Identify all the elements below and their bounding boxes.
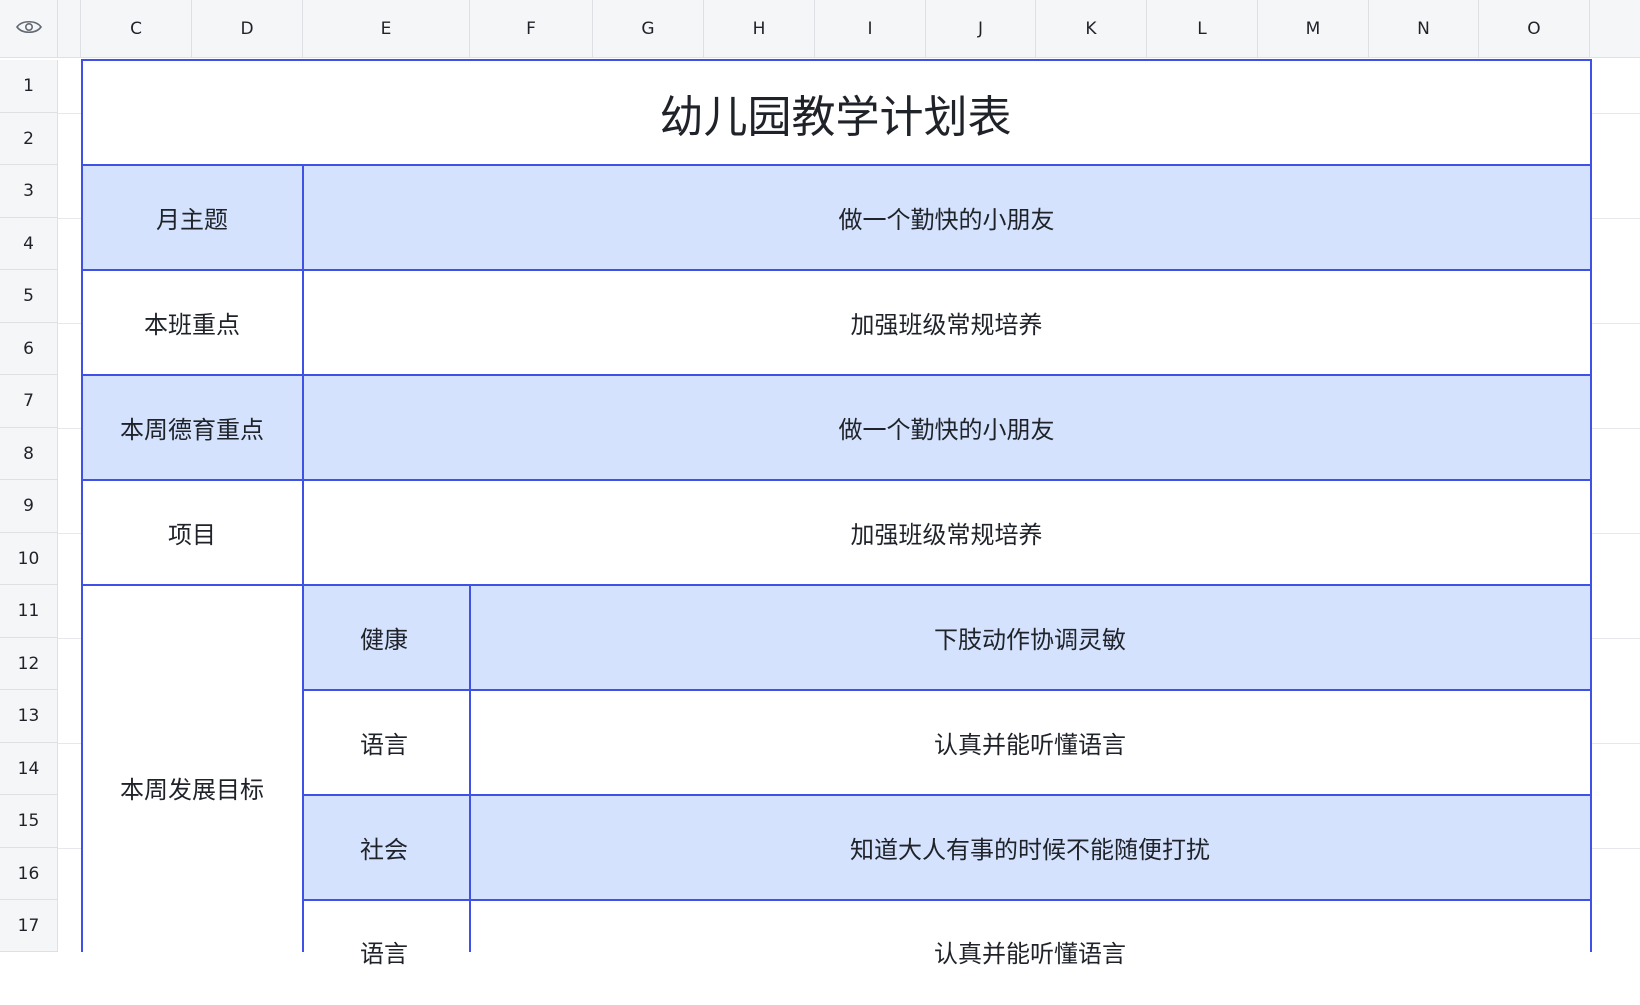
row-header-2[interactable]: 2 <box>0 113 58 165</box>
goal-text-cell-social[interactable]: 知道大人有事的时候不能随便打扰 <box>470 795 1590 900</box>
goal-text-cell-health[interactable]: 下肢动作协调灵敏 <box>470 585 1590 690</box>
column-header-h[interactable]: H <box>704 0 815 58</box>
column-header-n[interactable]: N <box>1369 0 1479 58</box>
border-line <box>81 584 1592 586</box>
label-cell-month-theme[interactable]: 月主题 <box>81 165 303 270</box>
goal-area-label: 健康 <box>360 626 408 654</box>
row-label: 月主题 <box>156 206 228 234</box>
goal-text: 知道大人有事的时候不能随便打扰 <box>850 836 1210 864</box>
column-header-e[interactable]: E <box>303 0 470 58</box>
row-header-9[interactable]: 9 <box>0 480 58 533</box>
row-header-5[interactable]: 5 <box>0 270 58 323</box>
column-header-f[interactable]: F <box>470 0 593 58</box>
border-line <box>303 899 1592 901</box>
column-header-m[interactable]: M <box>1258 0 1369 58</box>
goal-area-label: 语言 <box>360 731 408 759</box>
row-label: 项目 <box>168 521 216 549</box>
row-value: 加强班级常规培养 <box>850 521 1043 549</box>
row-header-17[interactable]: 17 <box>0 900 58 952</box>
goal-area-cell-social[interactable]: 社会 <box>303 795 470 900</box>
page-title: 幼儿园教学计划表 <box>659 91 1012 143</box>
table-title-cell[interactable]: 幼儿园教学计划表 <box>81 60 1590 165</box>
eye-icon[interactable] <box>15 19 42 39</box>
row-value: 做一个勤快的小朋友 <box>838 416 1055 444</box>
column-header-g[interactable]: G <box>593 0 704 58</box>
select-all-corner[interactable] <box>0 0 58 58</box>
column-header-i[interactable]: I <box>815 0 926 58</box>
row-value: 加强班级常规培养 <box>850 311 1043 339</box>
value-cell-class-focus[interactable]: 加强班级常规培养 <box>303 270 1590 375</box>
row-header-16[interactable]: 16 <box>0 848 58 900</box>
goal-text-cell-language-2[interactable]: 认真并能听懂语言 <box>470 900 1590 1005</box>
goal-text: 下肢动作协调灵敏 <box>934 626 1126 654</box>
row-header-6[interactable]: 6 <box>0 323 58 375</box>
column-header-spacer <box>58 0 81 58</box>
row-header-3[interactable]: 3 <box>0 165 58 218</box>
border-line <box>81 269 1592 271</box>
column-header-c[interactable]: C <box>81 0 192 58</box>
label-cell-project[interactable]: 项目 <box>81 480 303 585</box>
border-line <box>81 59 1592 61</box>
goal-text-cell-language[interactable]: 认真并能听懂语言 <box>470 690 1590 795</box>
goal-area-cell-health[interactable]: 健康 <box>303 585 470 690</box>
row-header-8[interactable]: 8 <box>0 428 58 480</box>
row-header-13[interactable]: 13 <box>0 690 58 743</box>
goal-area-cell-language[interactable]: 语言 <box>303 690 470 795</box>
row-value: 做一个勤快的小朋友 <box>838 206 1055 234</box>
column-header-l[interactable]: L <box>1147 0 1258 58</box>
label-cell-weekly-goals[interactable]: 本周发展目标 <box>81 585 303 952</box>
border-line <box>302 164 304 952</box>
row-label: 本周德育重点 <box>120 416 264 444</box>
border-line <box>469 584 471 952</box>
row-header-15[interactable]: 15 <box>0 795 58 848</box>
row-header-10[interactable]: 10 <box>0 533 58 585</box>
border-line <box>81 164 1592 166</box>
border-line <box>303 794 1592 796</box>
row-header-11[interactable]: 11 <box>0 585 58 638</box>
column-header-d[interactable]: D <box>192 0 303 58</box>
label-cell-class-focus[interactable]: 本班重点 <box>81 270 303 375</box>
border-line <box>303 689 1592 691</box>
column-header-overflow <box>1590 0 1640 58</box>
column-header-j[interactable]: J <box>926 0 1036 58</box>
border-line <box>81 479 1592 481</box>
row-header-7[interactable]: 7 <box>0 375 58 428</box>
label-cell-moral-focus[interactable]: 本周德育重点 <box>81 375 303 480</box>
row-header-12[interactable]: 12 <box>0 638 58 690</box>
border-line <box>81 374 1592 376</box>
row-header-14[interactable]: 14 <box>0 743 58 795</box>
row-header-4[interactable]: 4 <box>0 218 58 270</box>
column-header-o[interactable]: O <box>1479 0 1590 58</box>
value-cell-moral-focus[interactable]: 做一个勤快的小朋友 <box>303 375 1590 480</box>
goal-area-cell-language-2[interactable]: 语言 <box>303 900 470 1005</box>
border-line <box>1590 59 1592 952</box>
goal-text: 认真并能听懂语言 <box>934 731 1126 759</box>
row-header-1[interactable]: 1 <box>0 60 58 113</box>
row-label: 本班重点 <box>144 311 240 339</box>
row-label: 本周发展目标 <box>120 776 264 804</box>
border-line <box>81 59 83 952</box>
value-cell-month-theme[interactable]: 做一个勤快的小朋友 <box>303 165 1590 270</box>
column-header-k[interactable]: K <box>1036 0 1147 58</box>
value-cell-project[interactable]: 加强班级常规培养 <box>303 480 1590 585</box>
goal-area-label: 社会 <box>360 836 408 864</box>
